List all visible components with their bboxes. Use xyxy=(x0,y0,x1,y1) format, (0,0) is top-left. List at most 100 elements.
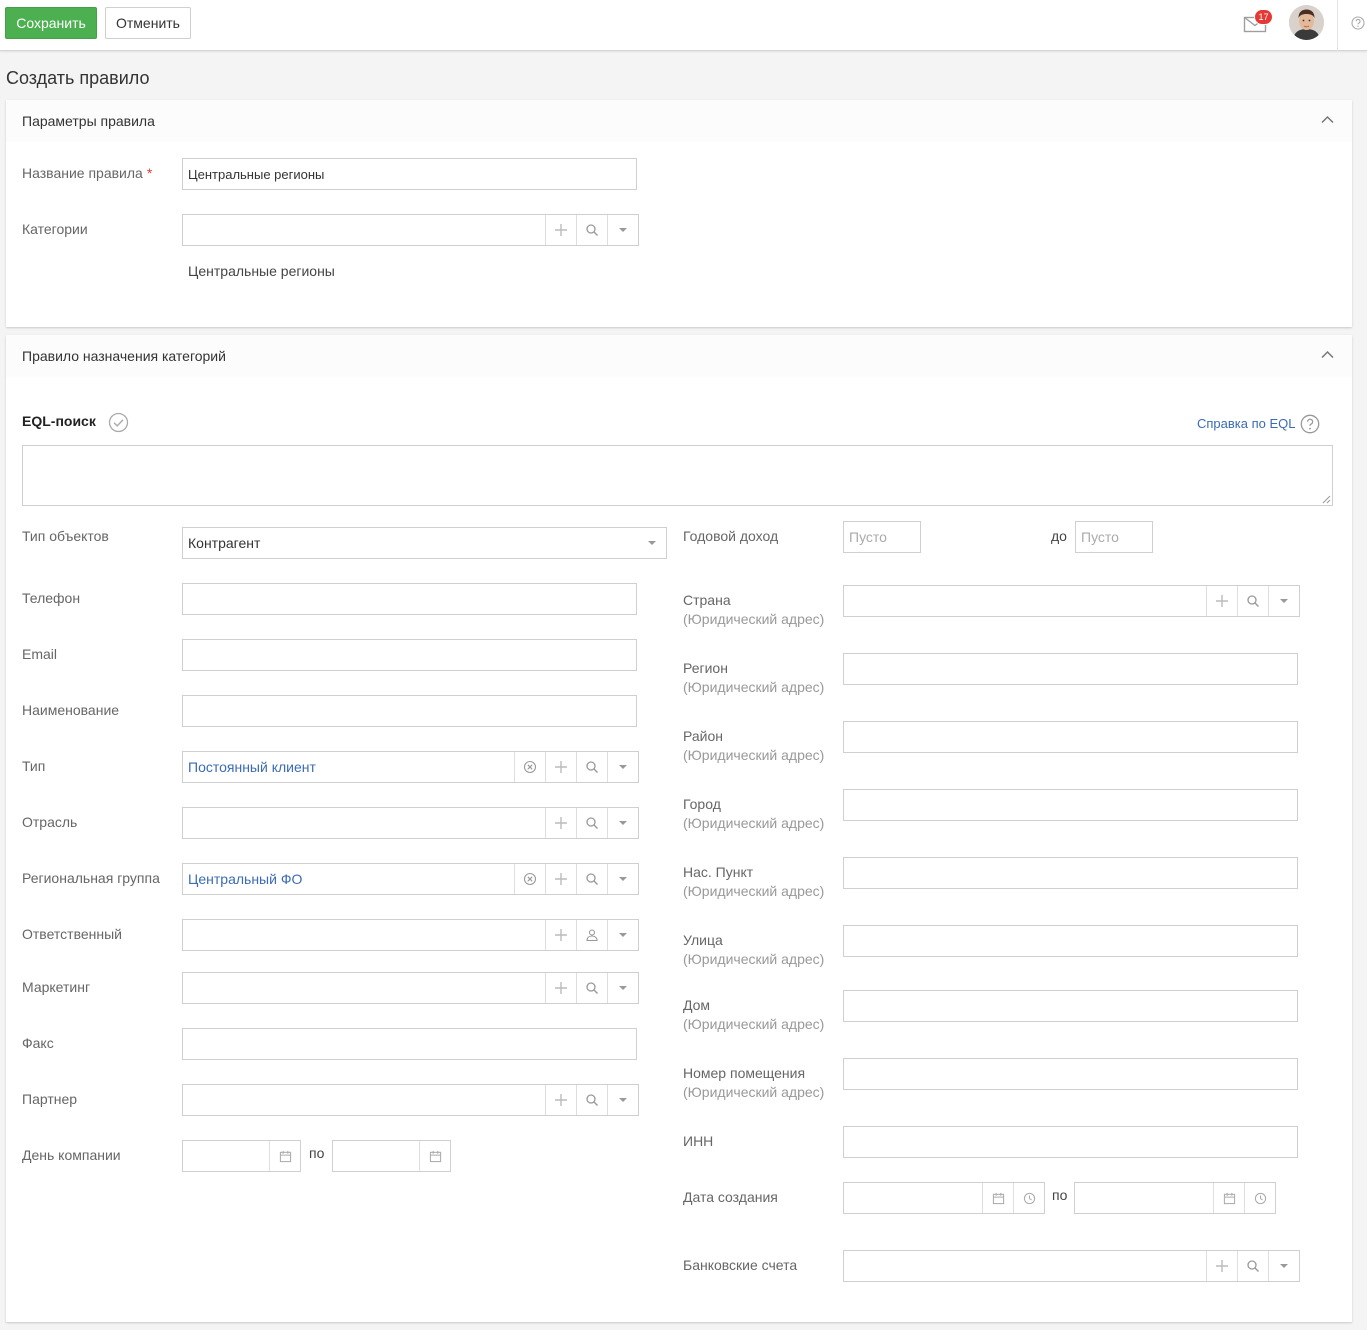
company-day-to[interactable] xyxy=(332,1140,451,1172)
company-day-to-field[interactable] xyxy=(333,1141,419,1171)
created-date-to-time-button[interactable] xyxy=(1244,1183,1275,1213)
responsible-lookup[interactable] xyxy=(182,919,639,951)
marketing-value[interactable] xyxy=(183,973,545,1003)
type-clear-button[interactable] xyxy=(514,752,545,782)
chevron-up-icon[interactable] xyxy=(1321,115,1334,124)
regional-group-dropdown-button[interactable] xyxy=(607,864,638,894)
save-button[interactable]: Сохранить xyxy=(5,7,97,39)
industry-search-button[interactable] xyxy=(576,808,607,838)
region-input[interactable] xyxy=(843,653,1298,685)
partner-dropdown-button[interactable] xyxy=(607,1085,638,1115)
district-field[interactable] xyxy=(849,729,1292,745)
categories-value[interactable] xyxy=(183,215,545,245)
created-date-to-field[interactable] xyxy=(1075,1183,1213,1213)
inn-field[interactable] xyxy=(849,1134,1292,1150)
phone-field[interactable] xyxy=(188,591,631,607)
country-dropdown-button[interactable] xyxy=(1268,586,1299,616)
inn-input[interactable] xyxy=(843,1126,1298,1158)
industry-value[interactable] xyxy=(183,808,545,838)
created-date-from-calendar-button[interactable] xyxy=(982,1183,1013,1213)
company-day-from-calendar-button[interactable] xyxy=(269,1141,300,1171)
type-value[interactable]: Постоянный клиент xyxy=(183,752,514,782)
annual-income-from-field[interactable] xyxy=(849,529,915,545)
partner-search-button[interactable] xyxy=(576,1085,607,1115)
bank-accounts-add-button[interactable] xyxy=(1206,1251,1237,1281)
industry-add-button[interactable] xyxy=(545,808,576,838)
settlement-input[interactable] xyxy=(843,857,1298,889)
annual-income-from-input[interactable] xyxy=(843,521,921,553)
fax-field[interactable] xyxy=(188,1036,631,1052)
question-icon[interactable] xyxy=(1300,414,1320,434)
bank-accounts-value[interactable] xyxy=(844,1251,1206,1281)
street-input[interactable] xyxy=(843,925,1298,957)
rule-name-field[interactable] xyxy=(188,166,631,182)
selected-category[interactable]: Центральные регионы xyxy=(188,263,335,279)
help-icon[interactable] xyxy=(1351,16,1365,30)
responsible-add-button[interactable] xyxy=(545,920,576,950)
created-date-from[interactable] xyxy=(843,1182,1045,1214)
categories-dropdown-button[interactable] xyxy=(607,215,638,245)
regional-group-search-button[interactable] xyxy=(576,864,607,894)
eql-help-link[interactable]: Справка по EQL xyxy=(1197,416,1296,431)
partner-lookup[interactable] xyxy=(182,1084,639,1116)
room-input[interactable] xyxy=(843,1058,1298,1090)
bank-accounts-lookup[interactable] xyxy=(843,1250,1300,1282)
type-search-button[interactable] xyxy=(576,752,607,782)
cancel-button[interactable]: Отменить xyxy=(105,7,191,39)
responsible-dropdown-button[interactable] xyxy=(607,920,638,950)
bank-accounts-search-button[interactable] xyxy=(1237,1251,1268,1281)
email-field[interactable] xyxy=(188,647,631,663)
name-field[interactable] xyxy=(188,703,631,719)
regional-group-lookup[interactable]: Центральный ФО xyxy=(182,863,639,895)
eql-query-textarea[interactable] xyxy=(22,445,1333,506)
created-date-from-time-button[interactable] xyxy=(1013,1183,1044,1213)
city-input[interactable] xyxy=(843,789,1298,821)
annual-income-to-input[interactable] xyxy=(1075,521,1153,553)
type-dropdown-button[interactable] xyxy=(607,752,638,782)
district-input[interactable] xyxy=(843,721,1298,753)
user-avatar[interactable] xyxy=(1289,5,1324,40)
country-value[interactable] xyxy=(844,586,1206,616)
region-field[interactable] xyxy=(849,661,1292,677)
responsible-value[interactable] xyxy=(183,920,545,950)
created-date-to[interactable] xyxy=(1074,1182,1276,1214)
marketing-add-button[interactable] xyxy=(545,973,576,1003)
marketing-dropdown-button[interactable] xyxy=(607,973,638,1003)
house-input[interactable] xyxy=(843,990,1298,1022)
created-date-to-calendar-button[interactable] xyxy=(1213,1183,1244,1213)
country-search-button[interactable] xyxy=(1237,586,1268,616)
created-date-from-field[interactable] xyxy=(844,1183,982,1213)
phone-input[interactable] xyxy=(182,583,637,615)
house-field[interactable] xyxy=(849,998,1292,1014)
country-lookup[interactable] xyxy=(843,585,1300,617)
categories-lookup[interactable] xyxy=(182,214,639,246)
category-rule-header[interactable]: Правило назначения категорий xyxy=(6,335,1352,377)
marketing-search-button[interactable] xyxy=(576,973,607,1003)
regional-group-add-button[interactable] xyxy=(545,864,576,894)
categories-search-button[interactable] xyxy=(576,215,607,245)
settlement-field[interactable] xyxy=(849,865,1292,881)
name-input[interactable] xyxy=(182,695,637,727)
regional-group-clear-button[interactable] xyxy=(514,864,545,894)
partner-add-button[interactable] xyxy=(545,1085,576,1115)
type-add-button[interactable] xyxy=(545,752,576,782)
chevron-up-icon[interactable] xyxy=(1321,350,1334,359)
type-lookup[interactable]: Постоянный клиент xyxy=(182,751,639,783)
company-day-from-field[interactable] xyxy=(183,1141,269,1171)
street-field[interactable] xyxy=(849,933,1292,949)
partner-value[interactable] xyxy=(183,1085,545,1115)
annual-income-to-field[interactable] xyxy=(1081,529,1147,545)
room-field[interactable] xyxy=(849,1066,1292,1082)
categories-add-button[interactable] xyxy=(545,215,576,245)
fax-input[interactable] xyxy=(182,1028,637,1060)
company-day-from[interactable] xyxy=(182,1140,301,1172)
regional-group-value[interactable]: Центральный ФО xyxy=(183,864,514,894)
responsible-user-button[interactable] xyxy=(576,920,607,950)
bank-accounts-dropdown-button[interactable] xyxy=(1268,1251,1299,1281)
marketing-lookup[interactable] xyxy=(182,972,639,1004)
rule-name-input[interactable] xyxy=(182,158,637,190)
rule-params-header[interactable]: Параметры правила xyxy=(6,100,1352,142)
city-field[interactable] xyxy=(849,797,1292,813)
country-add-button[interactable] xyxy=(1206,586,1237,616)
email-input[interactable] xyxy=(182,639,637,671)
